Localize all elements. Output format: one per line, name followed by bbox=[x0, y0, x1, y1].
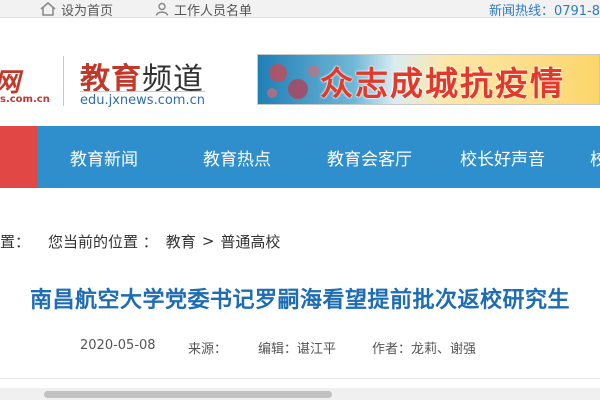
staff-list-link[interactable]: 工作人员名单 bbox=[155, 0, 253, 19]
nav-item-education-hotspots[interactable]: 教育热点 bbox=[203, 126, 271, 188]
set-homepage-link[interactable]: 设为首页 bbox=[40, 0, 114, 19]
scrollbar-thumb[interactable] bbox=[44, 391, 332, 398]
home-icon bbox=[40, 2, 56, 16]
nav-item-education-parlor[interactable]: 教育会客厅 bbox=[327, 126, 412, 188]
article-meta: 2020-05-08 来源： 编辑：谌江平 作者：龙莉、谢强 bbox=[0, 338, 600, 358]
content-divider bbox=[0, 378, 600, 379]
banner-slogan: 众志成城抗疫情 bbox=[320, 64, 565, 103]
breadcrumb-universities-link[interactable]: 普通高校 bbox=[220, 231, 280, 252]
logo-divider bbox=[63, 56, 64, 106]
horizontal-scrollbar[interactable] bbox=[0, 388, 600, 400]
user-icon bbox=[155, 2, 169, 16]
channel-url: edu.jxnews.com.cn bbox=[80, 91, 205, 108]
breadcrumb: 置： 您当前的位置 ： 教育 > 普通高校 bbox=[0, 230, 280, 252]
article-author: 作者：龙莉、谢强 bbox=[372, 342, 477, 357]
article-date: 2020-05-08 bbox=[80, 338, 156, 353]
top-utility-bar: 设为首页 工作人员名单 新闻热线：0791-8 bbox=[0, 0, 600, 19]
article-editor: 编辑：谌江平 bbox=[258, 342, 337, 357]
breadcrumb-separator: > bbox=[201, 232, 215, 250]
staff-list-label: 工作人员名单 bbox=[174, 3, 253, 19]
nav-item-school[interactable]: 校 bbox=[590, 126, 600, 188]
article-source: 来源： bbox=[188, 342, 228, 357]
nav-item-education-news[interactable]: 教育新闻 bbox=[70, 126, 138, 188]
nav-home-tab[interactable] bbox=[0, 126, 37, 188]
main-nav: 教育新闻 教育热点 教育会客厅 校长好声音 校 bbox=[0, 126, 600, 188]
news-hotline: 新闻热线：0791-8 bbox=[488, 3, 600, 19]
article-title: 南昌航空大学党委书记罗嗣海看望提前批次返校研究生 bbox=[29, 288, 570, 313]
site-logo-url: s.com.cn bbox=[0, 94, 50, 105]
breadcrumb-label: 您当前的位置 ： bbox=[48, 232, 158, 251]
site-header: 网 s.com.cn 教育频道 edu.jxnews.com.cn 众志成城抗疫… bbox=[0, 18, 600, 126]
breadcrumb-prefix: 置： bbox=[0, 232, 31, 251]
anti-epidemic-banner[interactable]: 众志成城抗疫情 bbox=[257, 54, 600, 105]
set-homepage-label: 设为首页 bbox=[61, 3, 114, 19]
nav-item-principal-voices[interactable]: 校长好声音 bbox=[460, 126, 545, 188]
breadcrumb-education-link[interactable]: 教育 bbox=[166, 231, 196, 252]
